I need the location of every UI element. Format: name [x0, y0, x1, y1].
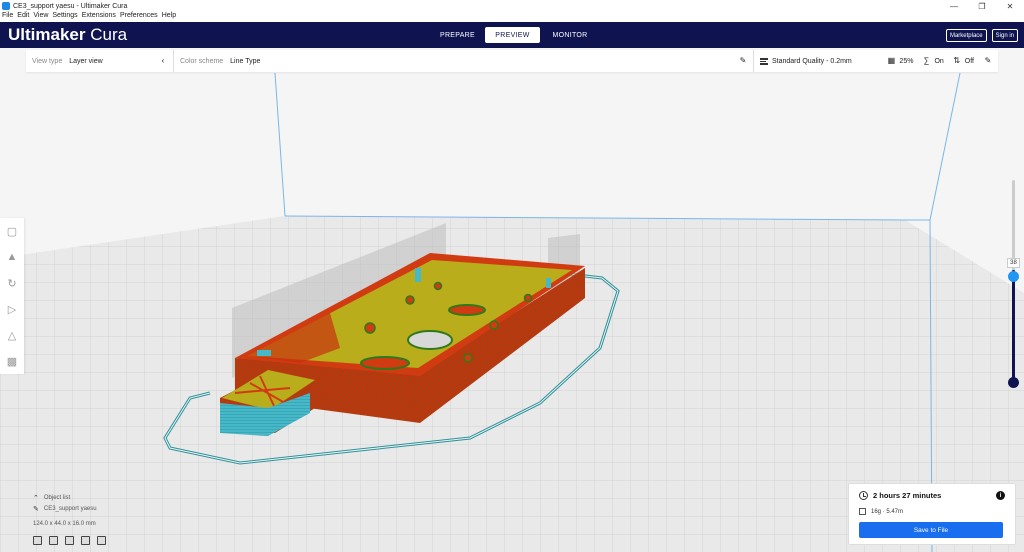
part-hole-small [463, 353, 473, 363]
move-tool-icon[interactable]: ▢ [0, 218, 24, 244]
part-hole-small [523, 293, 533, 303]
view-type-value: Layer view [69, 57, 103, 65]
adhesion-icon: ⇅ [953, 56, 961, 65]
menu-edit[interactable]: Edit [17, 12, 29, 22]
minimize-icon[interactable]: — [940, 0, 968, 12]
part-hole-small [364, 322, 376, 334]
build-plate-scene [0, 48, 1024, 552]
layer-slider-top-handle[interactable] [1008, 271, 1019, 282]
quality-profile-icon [760, 57, 768, 65]
rotate-tool-icon[interactable]: ↻ [0, 270, 24, 296]
brand-light: Cura [90, 25, 128, 44]
infill-icon: ▦ [887, 56, 896, 65]
view-type-label: View type [32, 57, 63, 65]
scale-tool-icon[interactable]: ▲ [0, 244, 24, 270]
brand-bold: Ultimaker [8, 25, 86, 44]
current-layer-label[interactable]: 38 [1007, 258, 1020, 268]
support-icon: ∑ [923, 56, 930, 65]
print-time: 2 hours 27 minutes [873, 491, 942, 500]
per-model-settings-icon[interactable]: △ [0, 322, 24, 348]
restore-icon[interactable]: ❐ [968, 0, 996, 12]
infill-value: 25% [899, 57, 914, 65]
save-to-file-button[interactable]: Save to File [859, 522, 1003, 538]
3d-view-icon[interactable] [33, 536, 42, 545]
pencil-icon[interactable]: ✎ [739, 57, 747, 65]
3d-viewport[interactable] [0, 48, 1024, 552]
pencil-icon[interactable]: ✎ [984, 57, 992, 65]
view-type-selector[interactable]: View type Layer view ‹ [26, 50, 174, 72]
part-slot-back [448, 304, 486, 316]
menu-file[interactable]: File [2, 12, 13, 22]
color-scheme-label: Color scheme [180, 57, 224, 65]
menu-preferences[interactable]: Preferences [120, 12, 158, 22]
header-buttons: Marketplace Sign in [941, 29, 1018, 42]
mirror-tool-icon[interactable]: ▷ [0, 296, 24, 322]
color-scheme-selector[interactable]: Color scheme Line Type ✎ [174, 50, 754, 72]
object-list: ⌃ Object list ✎ CE3_support yaesu [33, 492, 97, 514]
tab-prepare[interactable]: PREPARE [430, 27, 485, 43]
print-setup-selector[interactable]: Standard Quality - 0.2mm ▦ 25% ∑ On ⇅ Of… [754, 50, 998, 72]
adhesion-value: Off [964, 57, 974, 65]
camera-view-buttons [33, 536, 113, 545]
tab-monitor[interactable]: MONITOR [540, 27, 600, 43]
filament-spool-icon [859, 508, 866, 515]
print-info-panel: 2 hours 27 minutes i 16g · 5.47m Save to… [848, 483, 1016, 545]
marketplace-button[interactable]: Marketplace [945, 29, 987, 42]
object-list-item[interactable]: ✎ CE3_support yaesu [33, 503, 97, 514]
clock-icon [859, 491, 868, 500]
menu-help[interactable]: Help [162, 12, 176, 22]
layer-slider-bottom-handle[interactable] [1008, 377, 1019, 388]
window-controls: — ❐ ✕ [940, 0, 1024, 12]
part-hole-small [405, 295, 415, 305]
object-list-toggle[interactable]: ⌃ Object list [33, 492, 97, 503]
object-list-header: Object list [43, 494, 71, 501]
support-value: On [934, 57, 944, 65]
menu-settings[interactable]: Settings [52, 12, 77, 22]
left-view-icon[interactable] [81, 536, 90, 545]
app-header: Ultimaker Cura PREPARE PREVIEW MONITOR M… [0, 22, 1024, 48]
color-scheme-value: Line Type [230, 57, 261, 65]
part-hole-small [433, 281, 443, 291]
front-view-icon[interactable] [49, 536, 58, 545]
support-pillar [546, 278, 551, 288]
stage-tabs: PREPARE PREVIEW MONITOR [430, 27, 600, 43]
window-title: CE3_support yaesu - Ultimaker Cura [13, 2, 128, 10]
menu-extensions[interactable]: Extensions [82, 12, 116, 22]
info-icon[interactable]: i [996, 491, 1005, 500]
object-name: CE3_support yaesu [43, 505, 97, 512]
chevron-up-icon: ⌃ [33, 494, 39, 502]
part-hole-large [407, 330, 453, 350]
profile-name: Standard Quality - 0.2mm [772, 57, 852, 65]
right-view-icon[interactable] [97, 536, 106, 545]
chevron-left-icon[interactable]: ‹ [159, 57, 167, 65]
view-toolbar: View type Layer view ‹ Color scheme Line… [26, 50, 998, 72]
menu-bar: File Edit View Settings Extensions Prefe… [0, 12, 1024, 22]
tab-preview[interactable]: PREVIEW [485, 27, 540, 43]
material-usage: 16g · 5.47m [871, 508, 904, 515]
support-blocker-icon[interactable]: ▩ [0, 348, 24, 374]
part-hole-small [489, 320, 499, 330]
brand-logo: Ultimaker Cura [8, 25, 127, 45]
left-tool-panel: ▢ ▲ ↻ ▷ △ ▩ [0, 218, 24, 374]
title-bar: CE3_support yaesu - Ultimaker Cura — ❐ ✕ [0, 0, 1024, 12]
top-view-icon[interactable] [65, 536, 74, 545]
support-pillar [415, 268, 421, 282]
close-icon[interactable]: ✕ [996, 0, 1024, 12]
layer-slider-track[interactable] [1012, 270, 1015, 384]
object-dimensions: 124.0 x 44.0 x 16.0 mm [33, 521, 96, 527]
menu-view[interactable]: View [33, 12, 48, 22]
cura-app-icon [2, 2, 10, 10]
sign-in-button[interactable]: Sign in [991, 29, 1018, 42]
part-slot-front [360, 356, 410, 370]
support-pillar [257, 350, 271, 356]
pencil-icon: ✎ [33, 505, 39, 513]
